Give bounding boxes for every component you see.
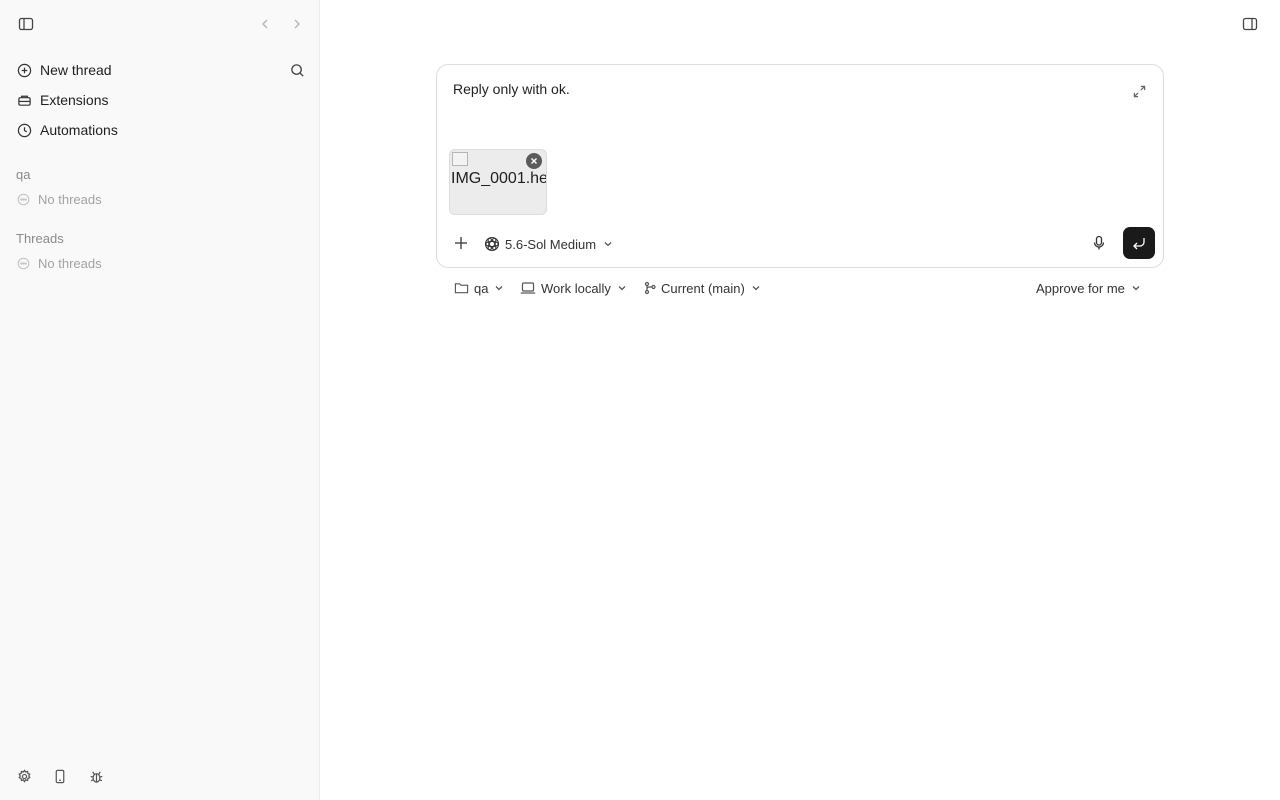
chat-bubble-icon (16, 257, 30, 271)
nav-label: Automations (40, 122, 118, 138)
plus-circle-icon (16, 62, 32, 78)
right-panel-toggle-icon[interactable] (1240, 14, 1260, 34)
add-plus-icon[interactable] (451, 233, 471, 253)
chevron-down-icon (751, 283, 761, 293)
environment-selector[interactable]: Work locally (520, 278, 627, 298)
empty-text: No threads (38, 192, 102, 207)
nav-extensions[interactable]: Extensions (16, 86, 306, 114)
folder-icon (454, 281, 469, 295)
nav-label: New thread (40, 62, 112, 78)
send-arrow-icon (1132, 236, 1146, 250)
prompt-input[interactable]: Reply only with ok. (453, 81, 570, 97)
back-arrow-icon[interactable] (256, 14, 274, 34)
nav-automations[interactable]: Automations (16, 116, 306, 144)
search-icon[interactable] (287, 60, 307, 80)
forward-arrow-icon[interactable] (288, 14, 306, 34)
chevron-down-icon (494, 283, 504, 293)
send-button[interactable] (1123, 227, 1155, 259)
approval-selector[interactable]: Approve for me (1036, 278, 1141, 298)
project-label: qa (474, 280, 489, 296)
nav-label: Extensions (40, 92, 109, 108)
empty-threads: No threads (16, 256, 102, 271)
empty-text: No threads (38, 256, 102, 271)
microphone-icon[interactable] (1089, 233, 1109, 253)
section-label-threads[interactable]: Threads (16, 231, 64, 246)
empty-threads-qa: No threads (16, 192, 102, 207)
clock-icon (16, 122, 32, 138)
model-label: 5.6-Sol Medium (505, 236, 597, 252)
chat-bubble-icon (16, 193, 30, 207)
branch-selector[interactable]: Current (main) (644, 278, 761, 298)
model-selector[interactable]: 5.6-Sol Medium (484, 235, 613, 253)
laptop-icon (520, 281, 536, 295)
chevron-down-icon (1131, 283, 1141, 293)
mobile-device-icon[interactable] (50, 766, 70, 786)
sidebar: New thread Extensions Automations qa No … (0, 0, 320, 800)
sidebar-toggle-icon[interactable] (16, 14, 36, 34)
expand-icon[interactable] (1129, 81, 1149, 101)
bug-icon[interactable] (86, 766, 106, 786)
model-logo-icon (484, 236, 500, 252)
remove-attachment-icon[interactable] (526, 153, 542, 169)
broken-image-icon (452, 152, 468, 166)
branch-label: Current (main) (661, 280, 745, 296)
git-branch-icon (644, 281, 656, 295)
main-panel: Reply only with ok. IMG_0001.he 5.6-Sol … (320, 0, 1280, 800)
nav-new-thread[interactable]: New thread (16, 56, 306, 84)
chevron-down-icon (617, 283, 627, 293)
settings-gear-icon[interactable] (14, 766, 34, 786)
project-selector[interactable]: qa (454, 278, 504, 298)
chevron-down-icon (603, 239, 613, 249)
section-label-qa[interactable]: qa (16, 167, 30, 182)
extensions-icon (16, 92, 32, 108)
environment-label: Work locally (541, 280, 611, 296)
composer: Reply only with ok. IMG_0001.he 5.6-Sol … (436, 64, 1164, 268)
approval-label: Approve for me (1036, 280, 1125, 296)
attachment-filename: IMG_0001.he (451, 170, 547, 187)
